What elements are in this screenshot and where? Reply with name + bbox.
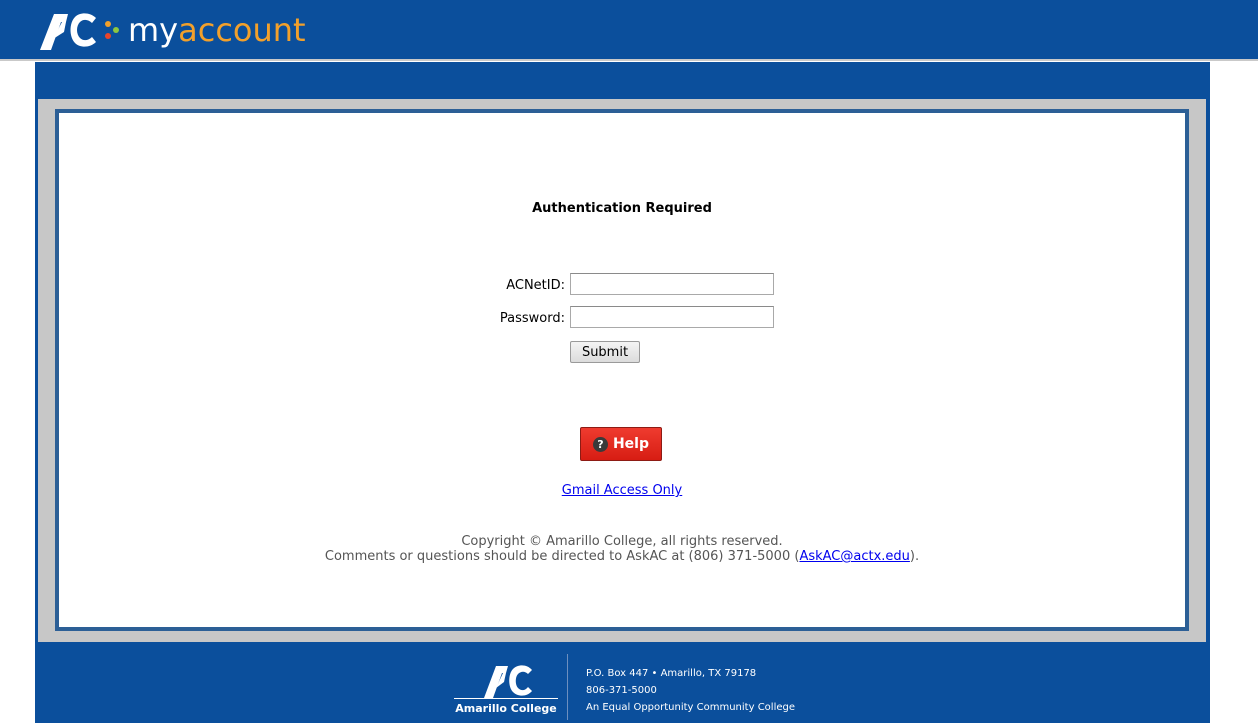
footer-address: P.O. Box 447 • Amarillo, TX 79178 [586, 668, 757, 679]
myaccount-logo[interactable]: myaccount [40, 8, 306, 52]
header-bar: myaccount [0, 0, 1258, 59]
contact-prefix: Comments or questions should be directed… [324, 549, 800, 564]
footer-contact-info: P.O. Box 447 • Amarillo, TX 79178 806-37… [586, 665, 795, 716]
login-panel: Authentication Required ACNetID: Passwor… [59, 113, 1185, 627]
gmail-access-link[interactable]: Gmail Access Only [562, 483, 682, 498]
amarillo-college-logo: Amarillo College [452, 660, 560, 720]
askac-email-link[interactable]: AskAC@actx.edu [799, 549, 909, 564]
contact-line: Comments or questions should be directed… [59, 549, 1185, 564]
colored-dots-icon [105, 21, 119, 39]
logo-text-my: my [128, 11, 179, 49]
help-button[interactable]: ? Help [580, 427, 662, 461]
footer-logo-name: Amarillo College [455, 702, 557, 715]
password-input[interactable] [570, 306, 774, 328]
ac-footer-logo-icon [454, 665, 558, 699]
footer-phone: 806-371-5000 [586, 685, 657, 696]
gmail-link-row: Gmail Access Only [59, 483, 1185, 498]
page-title: Authentication Required [532, 201, 712, 216]
acnetid-label: ACNetID: [506, 278, 565, 293]
help-button-label: Help [612, 436, 650, 452]
header-divider [0, 59, 1258, 61]
question-mark-icon: ? [592, 436, 608, 452]
acnetid-input[interactable] [570, 273, 774, 295]
myaccount-wordmark: myaccount [128, 8, 306, 52]
password-label: Password: [499, 311, 565, 326]
logo-text-account: account [178, 11, 306, 49]
copyright-notice: Copyright © Amarillo College, all rights… [59, 534, 1185, 564]
footer-tagline: An Equal Opportunity Community College [586, 702, 795, 713]
footer-divider [567, 654, 568, 720]
copyright-line: Copyright © Amarillo College, all rights… [461, 534, 783, 549]
contact-suffix: ). [909, 549, 920, 564]
submit-button[interactable]: Submit [570, 341, 640, 363]
ac-logo-icon [40, 13, 96, 50]
